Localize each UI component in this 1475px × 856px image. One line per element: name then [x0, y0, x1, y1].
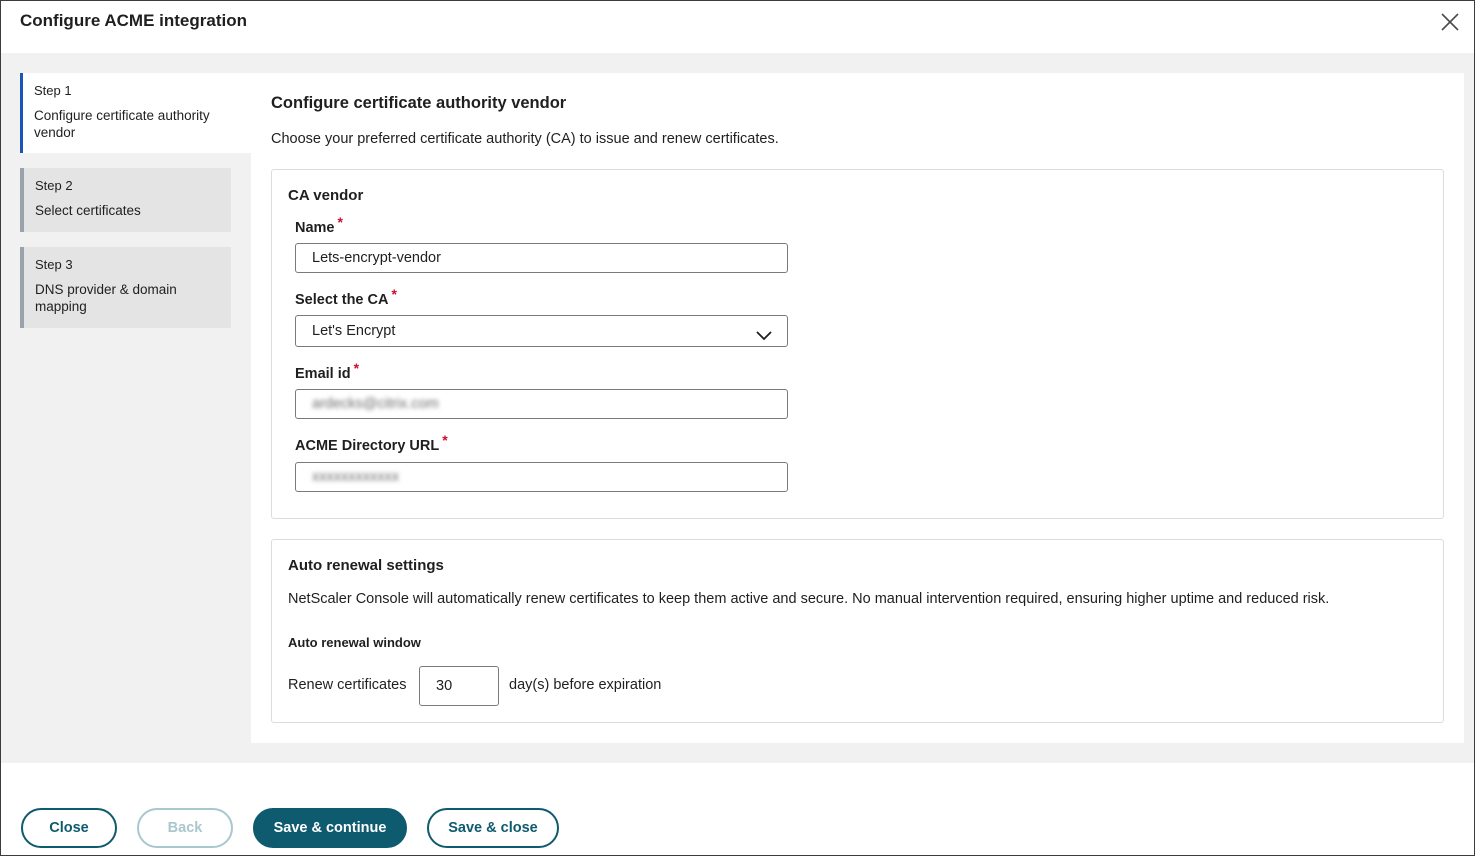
auto-renewal-title: Auto renewal settings — [288, 557, 444, 574]
acme-url-input[interactable]: xxxxxxxxxxxx — [295, 462, 788, 492]
step-number: Step 1 — [34, 83, 251, 99]
acme-url-label-text: ACME Directory URL — [295, 438, 439, 454]
ca-vendor-card: CA vendor Name* Lets-encrypt-vendor Sele… — [271, 169, 1444, 519]
email-input-value: ardecks@citrix.com — [312, 396, 439, 412]
email-label: Email id* — [295, 365, 359, 382]
auto-renewal-card: Auto renewal settings NetScaler Console … — [271, 539, 1444, 723]
renewal-days-input[interactable]: 30 — [419, 666, 499, 706]
email-input[interactable]: ardecks@citrix.com — [295, 389, 788, 419]
required-marker: * — [338, 214, 343, 230]
required-marker: * — [391, 286, 396, 302]
step-label: DNS provider & domain mapping — [35, 281, 195, 315]
step-1-configure-ca-vendor[interactable]: Step 1 Configure certificate authority v… — [20, 73, 251, 153]
select-ca-label: Select the CA* — [295, 291, 397, 308]
step-number: Step 3 — [35, 257, 231, 273]
close-icon[interactable] — [1439, 11, 1461, 33]
save-and-continue-button[interactable]: Save & continue — [253, 808, 407, 848]
name-input-value: Lets-encrypt-vendor — [312, 250, 441, 266]
step-number: Step 2 — [35, 178, 231, 194]
renew-certificates-label: Renew certificates — [288, 677, 406, 693]
dialog-header: Configure ACME integration — [1, 1, 1474, 53]
required-marker: * — [442, 432, 447, 448]
renewal-days-value: 30 — [436, 678, 452, 694]
select-ca-dropdown[interactable]: Let's Encrypt — [295, 315, 788, 347]
name-input[interactable]: Lets-encrypt-vendor — [295, 243, 788, 273]
acme-url-input-value: xxxxxxxxxxxx — [312, 469, 399, 485]
days-before-expiration-label: day(s) before expiration — [509, 677, 661, 693]
save-and-close-button[interactable]: Save & close — [427, 808, 559, 848]
close-button[interactable]: Close — [21, 808, 117, 848]
dialog-body: Step 1 Configure certificate authority v… — [1, 53, 1474, 763]
back-button[interactable]: Back — [137, 808, 233, 848]
step-2-select-certificates[interactable]: Step 2 Select certificates — [20, 168, 231, 232]
page-description: Choose your preferred certificate author… — [271, 131, 779, 147]
name-label-text: Name — [295, 220, 335, 236]
auto-renewal-window-label: Auto renewal window — [288, 635, 421, 650]
step-3-dns-provider[interactable]: Step 3 DNS provider & domain mapping — [20, 247, 231, 328]
main-panel: Configure certificate authority vendor C… — [251, 73, 1464, 743]
auto-renewal-description: NetScaler Console will automatically ren… — [288, 591, 1329, 607]
required-marker: * — [354, 360, 359, 376]
step-label: Select certificates — [35, 202, 231, 219]
select-ca-label-text: Select the CA — [295, 292, 388, 308]
configure-acme-dialog: Configure ACME integration Step 1 Config… — [0, 0, 1475, 856]
acme-url-label: ACME Directory URL* — [295, 437, 448, 454]
name-label: Name* — [295, 219, 343, 236]
page-title: Configure certificate authority vendor — [271, 94, 566, 113]
select-ca-value: Let's Encrypt — [312, 323, 395, 339]
chevron-down-icon — [755, 324, 773, 338]
email-label-text: Email id — [295, 366, 351, 382]
dialog-title: Configure ACME integration — [20, 11, 247, 31]
dialog-footer: Close Back Save & continue Save & close — [1, 763, 1474, 855]
step-label: Configure certificate authority vendor — [34, 107, 229, 141]
ca-vendor-title: CA vendor — [288, 187, 363, 204]
